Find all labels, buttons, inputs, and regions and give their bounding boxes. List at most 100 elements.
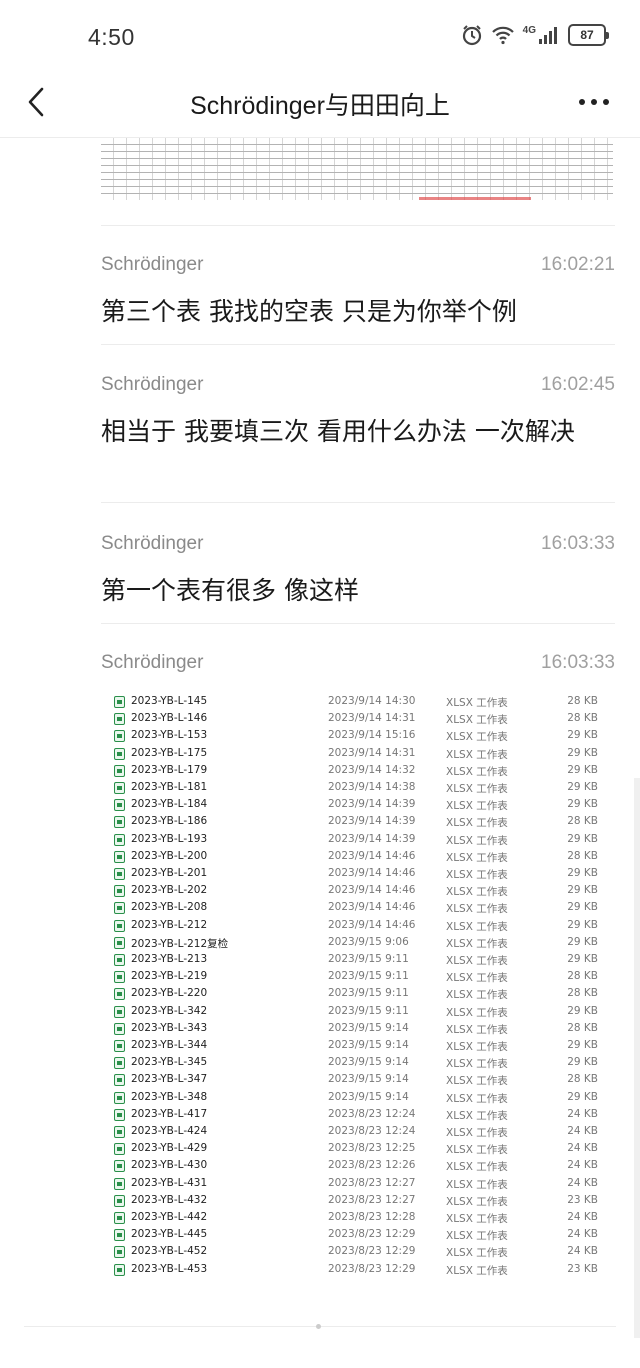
xlsx-file-icon — [114, 1022, 125, 1035]
file-date: 2023/9/14 14:31 — [328, 712, 416, 725]
file-row: 2023-YB-L-175 2023/9/14 14:31 XLSX 工作表 29 K… — [103, 746, 615, 763]
message-sender: Schrödinger — [101, 652, 204, 673]
file-date: 2023/9/14 14:30 — [328, 695, 416, 707]
message-text: 第一个表有很多 像这样 — [101, 576, 359, 605]
xlsx-file-icon — [114, 1057, 125, 1070]
xlsx-file-icon — [114, 1194, 125, 1207]
file-type: XLSX 工作表 — [446, 851, 508, 864]
file-type: XLSX 工作表 — [446, 1092, 508, 1105]
file-row: 2023-YB-L-179 2023/9/14 14:32 XLSX 工作表 29 K… — [103, 763, 615, 780]
file-date: 2023/9/15 9:14 — [328, 1056, 409, 1069]
xlsx-file-icon — [114, 1263, 125, 1276]
file-date: 2023/8/23 12:29 — [328, 1228, 416, 1241]
file-date: 2023/8/23 12:28 — [328, 1211, 416, 1223]
spreadsheet-image[interactable] — [101, 138, 613, 202]
file-size: 28 KB — [567, 987, 598, 1000]
file-date: 2023/8/23 12:27 — [328, 1176, 416, 1189]
xlsx-file-icon — [114, 868, 125, 880]
file-row: 2023-YB-L-344 2023/9/15 9:14 XLSX 工作表 29 KB — [103, 1038, 615, 1055]
file-row: 2023-YB-L-212 2023/9/14 14:46 XLSX 工作表 29 K… — [103, 918, 615, 935]
file-row: 2023-YB-L-219 2023/9/15 9:11 XLSX 工作表 28 KB — [103, 969, 615, 986]
xlsx-file-icon — [114, 764, 125, 777]
xlsx-file-icon — [114, 1160, 125, 1173]
message-item[interactable]: Schrödinger 16:02:45 相当于 我要填三次 看用什么办法 一次… — [101, 374, 615, 494]
file-row: 2023-YB-L-445 2023/8/23 12:29 XLSX 工作表 24 K… — [103, 1227, 615, 1244]
file-date: 2023/9/15 9:11 — [328, 1004, 409, 1017]
file-name: 2023-YB-L-201 — [131, 867, 208, 879]
file-date: 2023/8/23 12:29 — [328, 1245, 416, 1258]
file-type: XLSX 工作表 — [446, 1006, 508, 1019]
file-type: XLSX 工作表 — [446, 1195, 508, 1208]
xlsx-file-icon — [114, 1040, 125, 1052]
scrollbar[interactable] — [634, 778, 640, 1338]
message-item[interactable]: Schrödinger 16:02:21 第三个表 我找的空表 只是为你举个例 — [101, 254, 615, 334]
file-date: 2023/9/14 15:16 — [328, 729, 416, 742]
battery-icon: 87 — [568, 24, 609, 46]
message-item[interactable]: Schrödinger 16:03:33 第一个表有很多 像这样 — [101, 533, 615, 613]
file-row: 2023-YB-L-430 2023/8/23 12:26 XLSX 工作表 24 K… — [103, 1158, 615, 1175]
divider — [101, 344, 615, 345]
xlsx-file-icon — [114, 988, 125, 1001]
file-size: 28 KB — [567, 1021, 598, 1034]
file-type: XLSX 工作表 — [446, 817, 508, 830]
xlsx-file-icon — [114, 1108, 125, 1121]
file-size: 29 KB — [567, 746, 598, 759]
spreadsheet-highlight — [419, 197, 531, 200]
file-size: 28 KB — [567, 849, 598, 862]
status-bar: 4:50 4G 87 — [0, 0, 640, 72]
file-row: 2023-YB-L-208 2023/9/14 14:46 XLSX 工作表 29 K… — [103, 900, 615, 917]
xlsx-file-icon — [114, 936, 125, 949]
network-type-label: 4G — [522, 24, 536, 36]
file-row: 2023-YB-L-146 2023/9/14 14:31 XLSX 工作表 28 K… — [103, 711, 615, 728]
file-name: 2023-YB-L-452 — [131, 1245, 208, 1258]
file-date: 2023/8/23 12:26 — [328, 1159, 416, 1172]
file-name: 2023-YB-L-429 — [131, 1142, 208, 1155]
file-date: 2023/9/14 14:46 — [328, 918, 416, 931]
alarm-icon — [461, 24, 483, 46]
xlsx-file-icon — [114, 1212, 125, 1224]
xlsx-file-icon — [114, 902, 125, 915]
file-date: 2023/9/14 14:32 — [328, 763, 416, 776]
file-type: XLSX 工作表 — [446, 1178, 508, 1191]
message-text: 相当于 我要填三次 看用什么办法 一次解决 — [101, 417, 575, 446]
xlsx-file-icon — [114, 1091, 125, 1104]
file-size: 24 KB — [567, 1125, 598, 1137]
xlsx-file-icon — [114, 919, 125, 932]
file-date: 2023/9/15 9:14 — [328, 1073, 409, 1086]
xlsx-file-icon — [114, 833, 125, 846]
xlsx-file-icon — [114, 954, 125, 966]
file-name: 2023-YB-L-348 — [131, 1090, 208, 1103]
file-type: XLSX 工作表 — [446, 989, 508, 1002]
file-row: 2023-YB-L-345 2023/9/15 9:14 XLSX 工作表 29 KB — [103, 1055, 615, 1072]
file-name: 2023-YB-L-417 — [131, 1107, 208, 1120]
file-size: 29 KB — [567, 763, 598, 776]
file-row: 2023-YB-L-153 2023/9/14 15:16 XLSX 工作表 29 K… — [103, 728, 615, 745]
message-item[interactable]: Schrödinger 16:03:33 — [101, 652, 615, 682]
file-name: 2023-YB-L-219 — [131, 970, 208, 983]
file-size: 28 KB — [567, 712, 598, 725]
file-name: 2023-YB-L-431 — [131, 1176, 208, 1189]
file-type: XLSX 工作表 — [446, 748, 508, 761]
file-date: 2023/9/15 9:14 — [328, 1039, 409, 1051]
file-type: XLSX 工作表 — [446, 731, 508, 744]
file-size: 28 KB — [567, 970, 598, 983]
file-size: 23 KB — [567, 1262, 598, 1275]
file-size: 29 KB — [567, 901, 598, 914]
file-size: 29 KB — [567, 1004, 598, 1017]
xlsx-file-icon — [114, 971, 125, 984]
file-name: 2023-YB-L-220 — [131, 987, 208, 1000]
file-row: 2023-YB-L-452 2023/8/23 12:29 XLSX 工作表 24 K… — [103, 1244, 615, 1261]
file-type: XLSX 工作表 — [446, 1109, 508, 1122]
file-date: 2023/8/23 12:29 — [328, 1262, 416, 1275]
file-type: XLSX 工作表 — [446, 1058, 508, 1071]
xlsx-file-icon — [114, 1074, 125, 1087]
file-list-image[interactable]: 2023-YB-L-145 2023/9/14 14:30 XLSX 工作表 28 K… — [103, 690, 615, 1282]
more-button[interactable] — [576, 84, 612, 120]
file-size: 24 KB — [567, 1159, 598, 1172]
file-size: 29 KB — [567, 832, 598, 845]
message-feed[interactable]: Schrödinger 16:02:21 第三个表 我找的空表 只是为你举个例 … — [0, 138, 640, 1368]
xlsx-file-icon — [114, 816, 125, 829]
status-icons: 4G 87 — [461, 24, 609, 46]
file-name: 2023-YB-L-424 — [131, 1125, 208, 1137]
file-size: 29 KB — [567, 729, 598, 742]
